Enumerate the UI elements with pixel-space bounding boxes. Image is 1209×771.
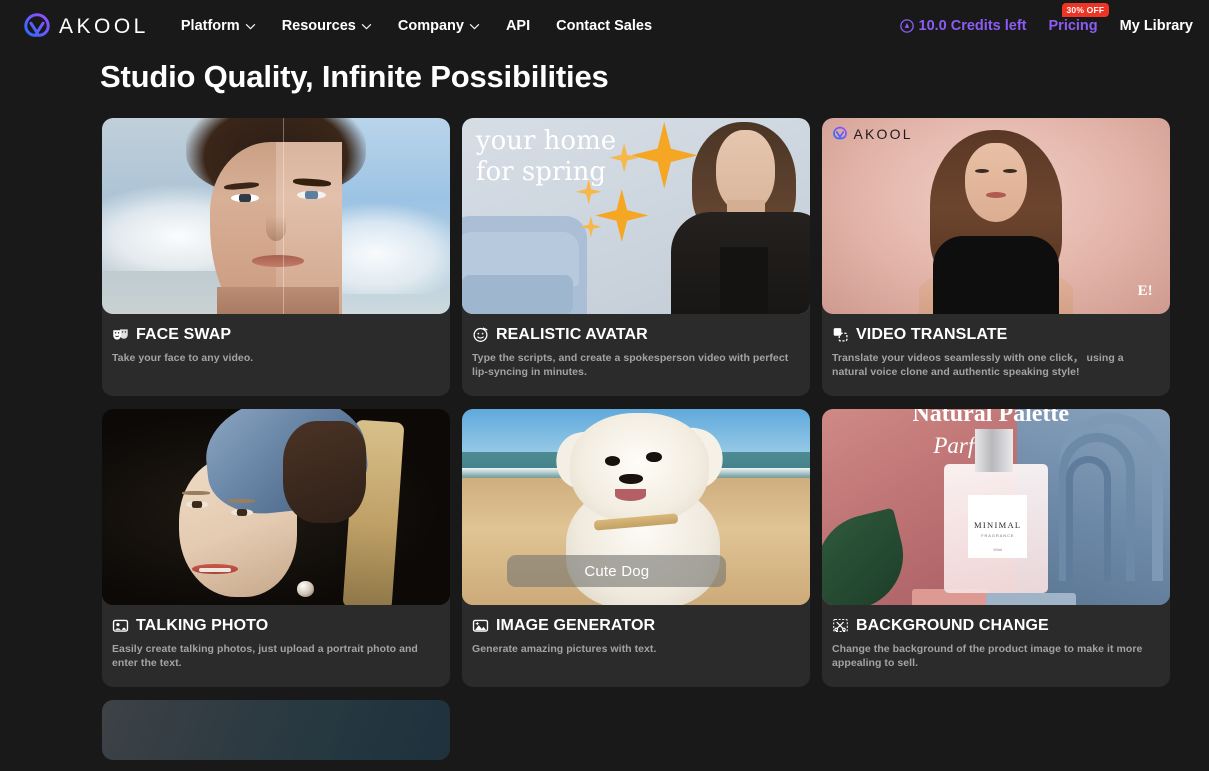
- card-body: FACE SWAP Take your face to any video.: [102, 314, 450, 366]
- card-realistic-avatar[interactable]: your home for spring REALISTIC AVATAR Ty…: [462, 118, 810, 396]
- card-image-generator[interactable]: Cute Dog IMAGE GENERATOR Generate amazin…: [462, 409, 810, 687]
- card-body: IMAGE GENERATOR Generate amazing picture…: [462, 605, 810, 657]
- thumbnail-title-line-1: Natural Palette: [912, 409, 1070, 428]
- nav-label: Platform: [180, 18, 240, 34]
- card-description: Translate your videos seamlessly with on…: [832, 352, 1124, 378]
- nav-label: Contact Sales: [556, 18, 653, 34]
- card-thumbnail-realistic-avatar: your home for spring: [462, 118, 810, 314]
- pricing-link-wrapper: 30% OFF Pricing: [1049, 3, 1110, 35]
- product-label: MINIMAL FRAGRANCE 50ml: [968, 495, 1028, 558]
- thumbnail-art-perfume-product-shot: Natural Palette Parfum MINIMAL FRAGRANCE…: [822, 409, 1170, 605]
- chevron-down-icon: [245, 23, 256, 30]
- overlay-line-1: your home: [475, 125, 617, 156]
- card-title: REALISTIC AVATAR: [496, 325, 648, 343]
- card-title: BACKGROUND CHANGE: [856, 616, 1049, 634]
- card-title: TALKING PHOTO: [136, 616, 269, 634]
- card-talking-photo[interactable]: TALKING PHOTO Easily create talking phot…: [102, 409, 450, 687]
- brand-logo[interactable]: AKOOL: [22, 12, 149, 40]
- card-header: REALISTIC AVATAR: [472, 326, 798, 343]
- card-title: IMAGE GENERATOR: [496, 616, 656, 634]
- card-background-change[interactable]: Natural Palette Parfum MINIMAL FRAGRANCE…: [822, 409, 1170, 687]
- thumbnail-overlay-text: your home for spring: [476, 126, 616, 187]
- product-size: 50ml: [993, 547, 1003, 553]
- card-next-feature[interactable]: [102, 700, 450, 760]
- nav-item-platform[interactable]: Platform: [181, 18, 256, 34]
- thumbnail-art-split-face-portrait: [102, 118, 450, 314]
- main-navigation: Platform Resources Company API Contact S…: [181, 18, 652, 34]
- nav-label: Company: [397, 18, 464, 34]
- akool-logo-mark-icon: [22, 12, 52, 40]
- scissors-crop-icon: [832, 617, 849, 634]
- thumbnail-art-girl-with-pearl-earring: [102, 409, 450, 605]
- nav-label: API: [505, 18, 531, 34]
- credits-label: 10.0 Credits left: [918, 18, 1027, 34]
- chevron-down-icon: [361, 23, 372, 30]
- card-header: BACKGROUND CHANGE: [832, 617, 1158, 634]
- card-description: Take your face to any video.: [112, 352, 254, 364]
- product-brand: MINIMAL: [974, 519, 1022, 530]
- credits-indicator[interactable]: 10.0 Credits left: [899, 18, 1027, 34]
- card-face-swap[interactable]: FACE SWAP Take your face to any video.: [102, 118, 450, 396]
- translate-panels-icon: [832, 326, 849, 343]
- nav-item-company[interactable]: Company: [398, 18, 480, 34]
- page-title: Studio Quality, Infinite Possibilities: [100, 59, 609, 94]
- card-body: BACKGROUND CHANGE Change the background …: [822, 605, 1170, 671]
- card-body: VIDEO TRANSLATE Translate your videos se…: [822, 314, 1170, 380]
- nav-item-api[interactable]: API: [506, 18, 530, 34]
- card-description: Change the background of the product ima…: [832, 643, 1143, 669]
- thumbnail-art-partial: [102, 700, 450, 760]
- thumbnail-caption-bar: Cute Dog: [507, 555, 727, 588]
- site-header: AKOOL Platform Resources Company API Con…: [0, 0, 1209, 52]
- card-header: FACE SWAP: [112, 326, 438, 343]
- card-body: TALKING PHOTO Easily create talking phot…: [102, 605, 450, 671]
- channel-logo: E!: [1137, 283, 1153, 300]
- feature-card-grid: FACE SWAP Take your face to any video. y…: [0, 118, 1209, 687]
- thumbnail-art-woman-pink-backdrop: AKOOL E!: [822, 118, 1170, 314]
- card-thumbnail-talking-photo: [102, 409, 450, 605]
- smiley-face-icon: [472, 326, 489, 343]
- card-description: Easily create talking photos, just uploa…: [112, 643, 418, 669]
- discount-badge: 30% OFF: [1061, 3, 1110, 17]
- card-description: Generate amazing pictures with text.: [472, 643, 657, 655]
- card-header: VIDEO TRANSLATE: [832, 326, 1158, 343]
- pricing-link[interactable]: Pricing: [1049, 18, 1098, 34]
- akool-logo-mark-icon: [833, 126, 848, 140]
- card-thumbnail-image-generator: Cute Dog: [462, 409, 810, 605]
- card-video-translate[interactable]: AKOOL E! VIDEO TRANSLATE Translate your …: [822, 118, 1170, 396]
- watermark-text: AKOOL: [853, 125, 913, 142]
- my-library-link[interactable]: My Library: [1120, 18, 1193, 34]
- portrait-photo-icon: [112, 617, 129, 634]
- header-right-actions: 10.0 Credits left 30% OFF Pricing My Lib…: [899, 3, 1198, 35]
- thumbnail-art-dog-on-beach: Cute Dog: [462, 409, 810, 605]
- card-body: REALISTIC AVATAR Type the scripts, and c…: [462, 314, 810, 380]
- sparkle-icon: [579, 216, 602, 238]
- credit-coin-icon: [899, 19, 914, 33]
- card-thumbnail-background-change: Natural Palette Parfum MINIMAL FRAGRANCE…: [822, 409, 1170, 605]
- card-header: TALKING PHOTO: [112, 617, 438, 634]
- card-header: IMAGE GENERATOR: [472, 617, 798, 634]
- image-sparkle-icon: [472, 617, 489, 634]
- card-thumbnail-face-swap: [102, 118, 450, 314]
- card-description: Type the scripts, and create a spokesper…: [472, 352, 789, 378]
- nav-item-resources[interactable]: Resources: [282, 18, 372, 34]
- product-subtitle: FRAGRANCE: [981, 532, 1015, 538]
- thumbnail-art-spokesperson-scene: your home for spring: [462, 118, 810, 314]
- theater-masks-icon: [112, 326, 129, 343]
- nav-label: Resources: [281, 18, 356, 34]
- caption-text: Cute Dog: [584, 562, 650, 580]
- card-title: FACE SWAP: [136, 325, 232, 343]
- thumbnail-watermark: AKOOL: [832, 126, 912, 142]
- chevron-down-icon: [469, 23, 480, 30]
- card-thumbnail-video-translate: AKOOL E!: [822, 118, 1170, 314]
- nav-item-contact-sales[interactable]: Contact Sales: [556, 18, 652, 34]
- partial-card-row: [0, 700, 1209, 760]
- overlay-line-2: for spring: [475, 156, 606, 187]
- brand-name: AKOOL: [59, 14, 149, 38]
- card-title: VIDEO TRANSLATE: [856, 325, 1008, 343]
